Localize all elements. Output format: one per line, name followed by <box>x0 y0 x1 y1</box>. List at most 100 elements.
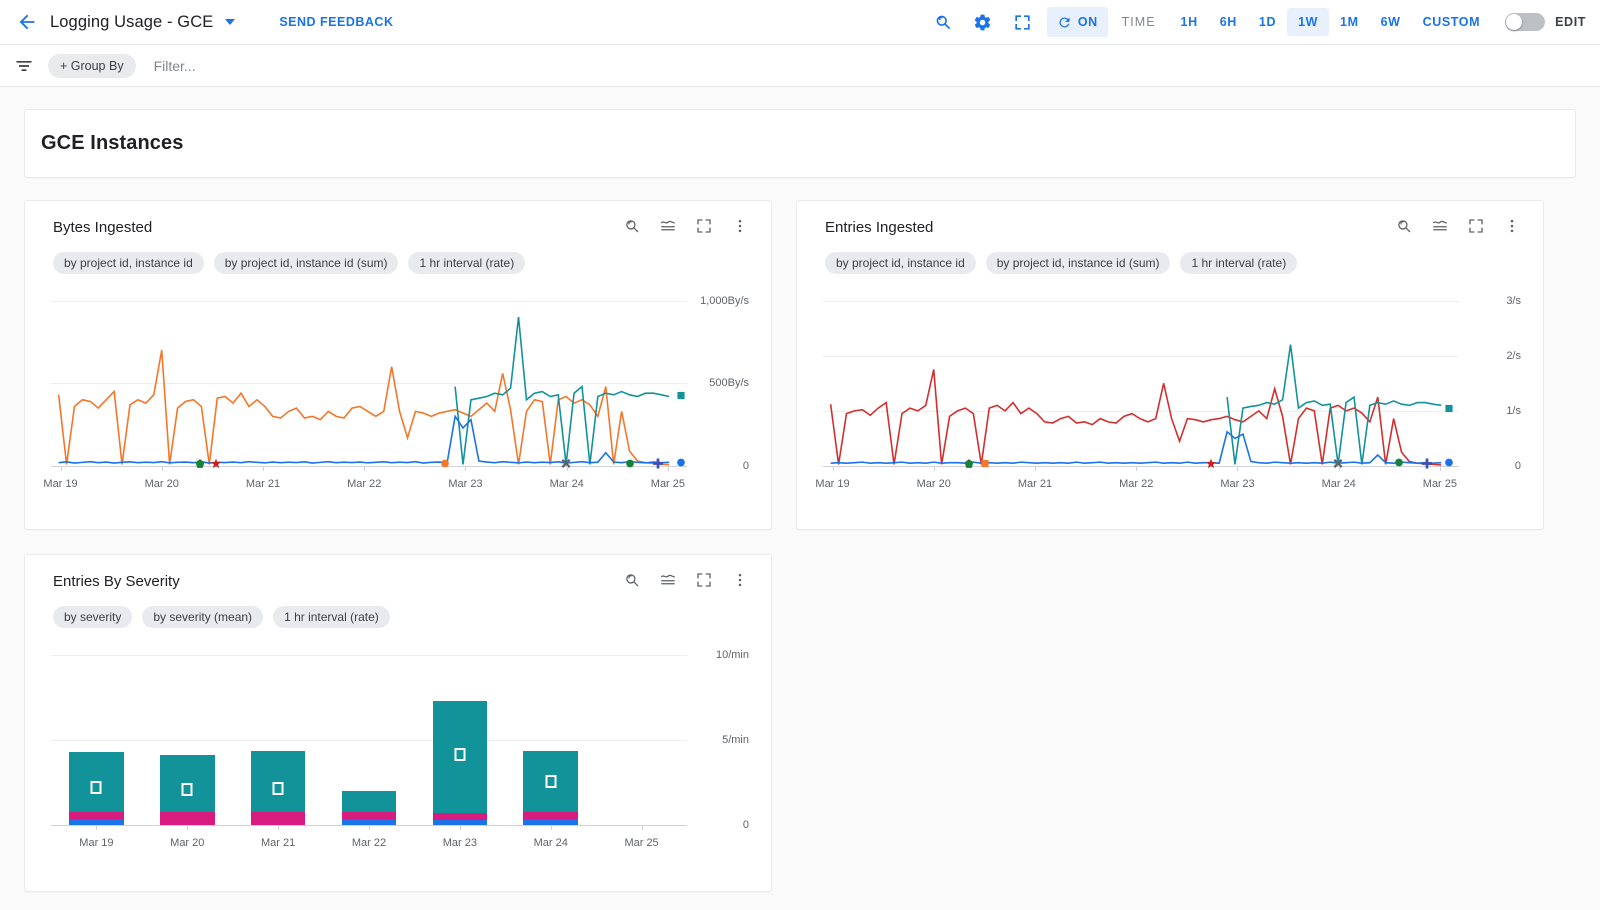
more-vert-icon[interactable] <box>731 571 749 589</box>
green-pentagon-marker[interactable] <box>195 456 206 474</box>
fullscreen-icon[interactable] <box>695 571 713 589</box>
x-axis-tick <box>459 825 461 830</box>
edit-toggle-switch[interactable] <box>1505 13 1546 31</box>
range-6h[interactable]: 6H <box>1209 8 1248 36</box>
plot-entries-ingested[interactable]: 0 1/s 2/s 3/s Mar 19 Mar 20 Mar 21 Mar 22 Mar 23… <box>815 284 1525 494</box>
edit-mode-control: EDIT <box>1505 13 1586 31</box>
auto-refresh-toggle[interactable]: ON <box>1046 7 1108 37</box>
chip-aggregation[interactable]: by severity (mean) <box>142 606 264 628</box>
y-axis-tick-label: 0 <box>742 819 749 831</box>
green-pentagon-marker[interactable] <box>964 456 975 474</box>
indigo-plus-marker[interactable] <box>653 456 664 474</box>
bar-mar-22[interactable] <box>341 791 397 825</box>
charts-grid: Bytes Ingested by project id, instance i… <box>24 200 1576 892</box>
x-axis-tick-label: Mar 25 <box>650 478 686 490</box>
fullscreen-icon[interactable] <box>1467 217 1485 235</box>
card-tools <box>1395 217 1525 235</box>
series-line-blue-instance <box>831 432 1442 463</box>
green-circle-marker[interactable] <box>624 456 635 474</box>
range-6w[interactable]: 6W <box>1370 8 1412 36</box>
chip-aggregation[interactable]: by project id, instance id (sum) <box>985 252 1171 274</box>
bar-segment-warning <box>160 811 215 825</box>
chip-aggregation[interactable]: by project id, instance id (sum) <box>213 252 399 274</box>
page-title: Logging Usage - GCE <box>50 12 214 31</box>
x-axis-tick-label: Mar 21 <box>245 478 281 490</box>
x-axis-tick <box>667 466 669 471</box>
plot-bytes-ingested[interactable]: 0 500By/s 1,000By/s Mar 19 Mar 20 Mar 21 Mar 2… <box>43 284 753 494</box>
chart-type-icon[interactable] <box>1431 217 1449 235</box>
more-vert-icon[interactable] <box>731 217 749 235</box>
chip-interval[interactable]: 1 hr interval (rate) <box>273 606 390 628</box>
series-line-teal-instance <box>455 317 669 464</box>
series-line-teal-instance <box>1227 345 1441 465</box>
plot-area: 0 500By/s 1,000By/s Mar 19 Mar 20 Mar 21 Mar 2… <box>43 284 749 490</box>
x-axis-tick <box>465 466 467 471</box>
orange-square-marker[interactable] <box>980 456 991 474</box>
card-bytes-ingested: Bytes Ingested by project id, instance i… <box>24 200 772 530</box>
white-square-marker <box>90 780 102 794</box>
more-vert-icon[interactable] <box>1503 217 1521 235</box>
chip-group[interactable]: by severity <box>53 606 133 628</box>
x-axis-tick-label: Mar 20 <box>170 837 205 849</box>
x-axis-tick <box>1136 466 1138 471</box>
back-arrow-icon[interactable] <box>14 9 40 35</box>
filter-input[interactable]: Filter... <box>154 58 1586 74</box>
teal-square-marker[interactable] <box>1444 401 1455 419</box>
group-by-button[interactable]: + Group By <box>48 53 136 78</box>
red-star-marker[interactable] <box>211 456 222 474</box>
range-custom[interactable]: CUSTOM <box>1412 8 1492 36</box>
x-axis-tick-label: Mar 22 <box>1119 478 1154 490</box>
chip-group[interactable]: by project id, instance id <box>53 252 204 274</box>
zoom-out-icon[interactable] <box>623 217 641 235</box>
range-1w[interactable]: 1W <box>1287 8 1330 36</box>
fullscreen-icon[interactable] <box>1006 5 1040 39</box>
x-axis-tick <box>933 466 935 471</box>
x-axis-tick-label: Mar 23 <box>448 478 483 490</box>
x-axis-tick-label: Mar 19 <box>815 478 850 490</box>
x-axis-tick-label: Mar 25 <box>624 837 659 849</box>
chart-type-icon[interactable] <box>659 571 677 589</box>
green-circle-marker[interactable] <box>1393 455 1404 473</box>
gray-cross-marker[interactable] <box>1333 456 1344 474</box>
series-line-blue-instance <box>59 416 670 463</box>
x-axis-tick <box>641 825 643 830</box>
gray-cross-marker[interactable] <box>561 456 572 474</box>
dashboard-content: GCE Instances Bytes Ingested by project … <box>0 87 1600 910</box>
card-title: Bytes Ingested <box>53 219 153 236</box>
bar-segment-warning <box>341 812 397 820</box>
range-1d[interactable]: 1D <box>1248 8 1287 36</box>
gridline <box>51 740 687 741</box>
chip-interval[interactable]: 1 hr interval (rate) <box>1180 252 1298 274</box>
zoom-out-icon[interactable] <box>1395 217 1413 235</box>
chip-interval[interactable]: 1 hr interval (rate) <box>408 252 526 274</box>
teal-square-marker[interactable] <box>675 388 686 406</box>
blue-circle-marker[interactable] <box>1444 455 1455 473</box>
zoom-out-icon[interactable] <box>623 571 641 589</box>
card-entries-ingested: Entries Ingested by project id, instance… <box>796 200 1544 530</box>
chart-type-icon[interactable] <box>659 217 677 235</box>
section-title: GCE Instances <box>41 132 184 154</box>
series-lines <box>51 284 687 466</box>
series-lines <box>823 284 1459 466</box>
blue-circle-marker[interactable] <box>675 455 686 473</box>
filter-list-icon[interactable] <box>14 56 34 76</box>
y-axis-tick-label: 5/min <box>722 734 749 746</box>
settings-gear-icon[interactable] <box>966 5 1000 39</box>
indigo-plus-marker[interactable] <box>1422 456 1433 474</box>
x-axis-tick-label: Mar 21 <box>1017 478 1053 490</box>
chip-group[interactable]: by project id, instance id <box>825 252 976 274</box>
bar-mar-23[interactable] <box>432 700 488 825</box>
range-1h[interactable]: 1H <box>1170 8 1209 36</box>
red-star-marker[interactable] <box>1205 456 1216 474</box>
toolbar-right: ON TIME 1H 6H 1D 1W 1M 6W CUSTOM EDIT <box>923 5 1586 39</box>
gridline <box>51 655 687 656</box>
orange-circle-marker[interactable] <box>440 456 451 474</box>
range-1m[interactable]: 1M <box>1329 8 1370 36</box>
send-feedback-link[interactable]: SEND FEEDBACK <box>279 15 393 29</box>
fullscreen-icon[interactable] <box>695 217 713 235</box>
zoom-out-icon[interactable] <box>926 5 960 39</box>
title-chevron-down-icon[interactable] <box>225 19 236 25</box>
plot-entries-by-severity[interactable]: 0 5/min 10/min Mar 19 Mar 20 Mar 21 Mar 22 Mar … <box>43 638 753 853</box>
x-axis-tick <box>60 466 62 471</box>
bar-mar-24[interactable] <box>523 751 578 825</box>
